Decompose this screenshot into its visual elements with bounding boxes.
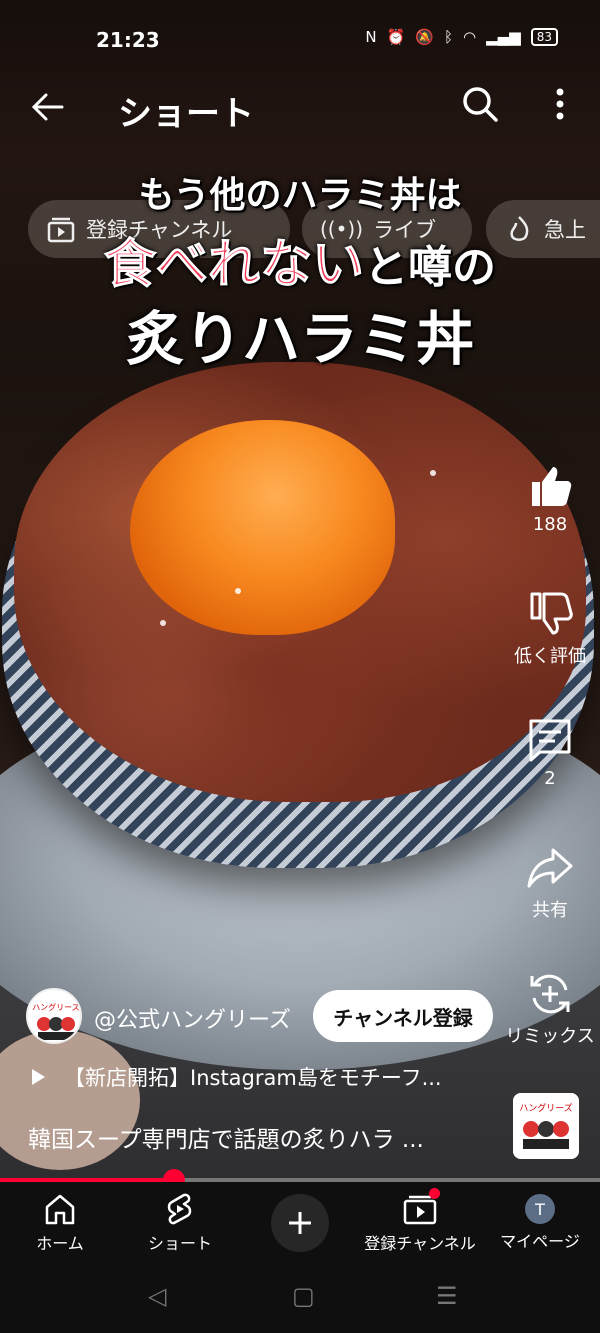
bluetooth-icon: ᛒ xyxy=(444,28,454,46)
avatar-text: ハングリーズ xyxy=(32,1002,80,1012)
caption-line-1: もう他のハラミ丼は xyxy=(138,174,462,216)
video-egg-yolk xyxy=(130,420,395,635)
search-icon xyxy=(463,87,498,122)
share-label: 共有 xyxy=(532,900,568,921)
video-description[interactable]: 韓国スープ専門店で話題の炙りハラ ... xyxy=(28,1120,424,1154)
back-button[interactable] xyxy=(24,84,70,130)
system-nav-bar: ◁ ▢ ☰ xyxy=(0,1264,600,1333)
nav-label: ホーム xyxy=(36,1234,84,1253)
video-highlight xyxy=(235,588,241,594)
search-button[interactable] xyxy=(460,84,502,130)
nav-label: 登録チャンネル xyxy=(364,1234,476,1253)
video-highlight xyxy=(160,620,166,626)
account-avatar: T xyxy=(525,1194,555,1224)
playlist-link[interactable]: 【新店開拓】Instagram島をモチーフ... xyxy=(30,1062,480,1092)
thumb-up-icon xyxy=(532,467,572,506)
caption-line-3: 炙りハラミ丼 xyxy=(125,305,474,373)
sound-thumbnail[interactable]: ハングリーズ xyxy=(513,1093,579,1159)
alarm-icon: ⏰ xyxy=(386,28,406,46)
nav-my-page[interactable]: T マイページ xyxy=(480,1182,600,1264)
nav-shorts[interactable]: ショート xyxy=(120,1182,240,1264)
more-vert-icon xyxy=(556,88,564,120)
channel-logo: ハングリーズ xyxy=(513,1093,579,1159)
thumb-down-icon xyxy=(530,592,573,635)
app-header: ショート xyxy=(0,80,600,136)
battery-icon: 83 xyxy=(530,28,558,46)
thumb-text: ハングリーズ xyxy=(519,1102,573,1114)
wifi-icon: ◠ xyxy=(463,28,477,46)
remix-button[interactable]: リミックス xyxy=(500,970,600,1048)
dislike-label: 低く評価 xyxy=(514,646,586,667)
share-icon xyxy=(527,848,573,888)
mute-icon: 🔕 xyxy=(415,28,434,46)
comment-icon xyxy=(529,719,571,762)
like-count: 188 xyxy=(532,514,568,535)
plus-icon xyxy=(289,1212,311,1234)
nav-label: マイページ xyxy=(500,1232,580,1251)
system-back-icon[interactable]: ◁ xyxy=(148,1282,166,1310)
arrow-left-icon xyxy=(31,93,64,121)
comment-count: 2 xyxy=(544,768,556,789)
caption-rest: と噂の xyxy=(364,242,496,293)
comments-button[interactable]: 2 xyxy=(500,716,600,789)
status-icons: N ⏰ 🔕 ᛒ ◠ ▂▄▆ 83 xyxy=(365,28,558,46)
notification-dot xyxy=(429,1188,440,1199)
page-title: ショート xyxy=(118,94,254,134)
status-time: 21:23 xyxy=(96,28,160,52)
caption-highlight: 食べれない xyxy=(103,234,364,296)
like-button[interactable]: 188 xyxy=(500,462,600,535)
channel-avatar[interactable]: ハングリーズ xyxy=(26,988,82,1044)
nav-label: ショート xyxy=(147,1234,212,1253)
home-icon xyxy=(45,1194,75,1225)
create-button[interactable] xyxy=(271,1194,329,1252)
remix-icon xyxy=(530,974,570,1014)
nav-home[interactable]: ホーム xyxy=(0,1182,120,1264)
more-button[interactable] xyxy=(540,84,580,130)
subscribe-button[interactable]: チャンネル登録 xyxy=(313,990,493,1042)
signal-icon: ▂▄▆ xyxy=(486,28,521,46)
channel-name[interactable]: @公式ハングリーズ xyxy=(94,1002,291,1034)
play-icon xyxy=(32,1069,45,1085)
caption-line-2: 食べれないと噂の xyxy=(0,222,600,297)
nav-subscriptions[interactable]: 登録チャンネル xyxy=(360,1182,480,1264)
system-menu-icon[interactable]: ☰ xyxy=(436,1282,458,1310)
playlist-title: 【新店開拓】Instagram島をモチーフ... xyxy=(64,1066,442,1090)
shorts-icon xyxy=(167,1193,192,1225)
bottom-nav: ホーム ショート 登録チャンネル T マイページ xyxy=(0,1182,600,1264)
nfc-icon: N xyxy=(365,28,377,46)
dislike-button[interactable]: 低く評価 xyxy=(500,590,600,668)
share-button[interactable]: 共有 xyxy=(500,844,600,922)
system-home-icon[interactable]: ▢ xyxy=(292,1282,315,1310)
nav-create[interactable] xyxy=(240,1182,360,1264)
video-highlight xyxy=(430,470,436,476)
remix-label: リミックス xyxy=(505,1026,595,1047)
status-bar: 21:23 N ⏰ 🔕 ᛒ ◠ ▂▄▆ 83 xyxy=(0,0,600,80)
